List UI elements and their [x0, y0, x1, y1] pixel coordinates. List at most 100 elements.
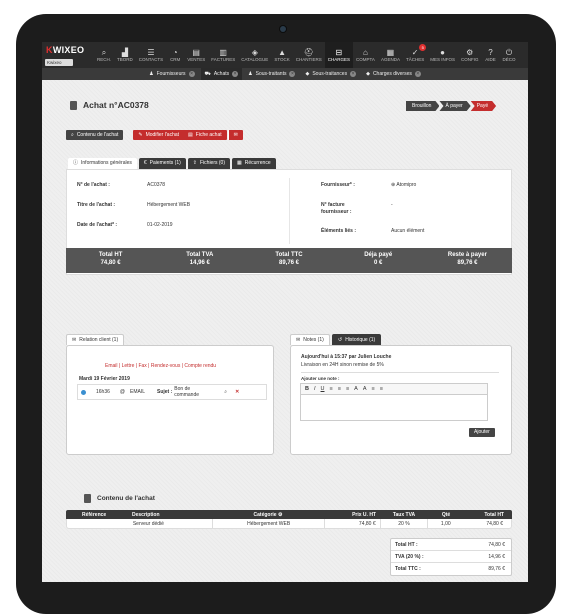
list-unordered-icon[interactable]: ≡: [380, 386, 383, 392]
tab-informations[interactable]: ⓘ Informations générales: [68, 158, 137, 169]
tab-historique[interactable]: ↺ Historique (1): [332, 334, 382, 345]
fiche-label: Fiche achat: [195, 132, 222, 138]
col-qte: Qté: [441, 511, 451, 518]
info-icon: ⓘ: [73, 160, 79, 166]
subtab-achats[interactable]: ⛟ Achats ×: [200, 68, 243, 80]
catalogue-icon: ◈: [251, 48, 258, 57]
contact-links[interactable]: Email | Lettre | Fax | Rendez-vous | Com…: [105, 363, 216, 369]
nav-contacts[interactable]: ☰ CONTACTS: [136, 42, 166, 68]
nav-charges[interactable]: ⊟ CHARGES: [324, 42, 354, 68]
nav-ventes[interactable]: ▤ VENTES: [184, 42, 208, 68]
nav-catalogue[interactable]: ◈ CATALOGUE: [238, 42, 271, 68]
relation-row[interactable]: 16h36 @ EMAIL Sujet : Bon de commande ⌕ …: [77, 384, 267, 400]
close-icon[interactable]: ×: [289, 71, 296, 77]
font-color-icon[interactable]: A: [354, 386, 358, 392]
subtab-label: Achats: [213, 71, 230, 77]
summary-value: 89,76 €: [488, 566, 505, 572]
nav-chantiers[interactable]: ⛑ CHANTIERS: [293, 42, 325, 68]
step-a-payer[interactable]: À payer: [439, 101, 470, 111]
tag-icon: ◆: [366, 71, 370, 77]
pdf-icon: ▤: [188, 132, 193, 138]
subtab-label: Fournisseurs: [156, 71, 186, 77]
date-value: 01-02-2019: [147, 222, 173, 228]
list-ordered-icon[interactable]: ≡: [372, 386, 375, 392]
step-brouillon[interactable]: Brouillon: [406, 101, 439, 111]
summary-value: 74,80 €: [488, 541, 505, 548]
add-note-label: Ajouter une note :: [301, 376, 340, 381]
nav-label: VENTES: [187, 57, 206, 62]
nav-label: CRM: [170, 57, 181, 62]
nav-factures[interactable]: ▥ FACTURES: [208, 42, 238, 68]
relation-date: Mardi 19 Février 2019: [79, 376, 130, 382]
chart-icon: ▟: [121, 48, 128, 57]
nav-compta[interactable]: ⌂ COMPTA: [353, 42, 378, 68]
nav-agenda[interactable]: ▦ AGENDA: [378, 42, 403, 68]
nav-mesinfos[interactable]: ● MES INFOS: [427, 42, 458, 68]
tab-notes[interactable]: ✉ Notes (1): [290, 334, 330, 345]
total-cell: Reste à payer 89,76 €: [423, 248, 512, 273]
align-right-icon[interactable]: ≡: [346, 386, 349, 392]
elements-value: Aucun élément: [391, 228, 425, 234]
subtab-sous-traitants[interactable]: ♟ Sous-traitants ×: [244, 68, 299, 80]
step-paye[interactable]: Payé: [471, 101, 496, 111]
modifier-button[interactable]: ✎ Modifier l'achat ▤ Fiche achat: [133, 130, 227, 140]
fournisseur-link[interactable]: ⊕ Atomipro: [391, 182, 416, 188]
tab-paiements[interactable]: € Paiements (1): [138, 158, 186, 169]
nav-déco[interactable]: ⏻ DÉCO: [499, 42, 518, 68]
close-icon[interactable]: ×: [350, 71, 357, 77]
underline-icon[interactable]: U: [321, 386, 325, 392]
upload-icon: ⇪: [192, 160, 197, 166]
total-label: Total HT: [98, 252, 123, 258]
tab-recurrence[interactable]: ▦ Récurrence: [232, 158, 276, 169]
nav-config[interactable]: ⚙ CONFIG: [458, 42, 482, 68]
account-select[interactable]: Kwixeo: [45, 59, 73, 66]
comment-icon: ✉: [233, 132, 238, 138]
nav-label: DÉCO: [502, 57, 516, 62]
main-content: Achat n°AC0378 Brouillon À payer Payé ⌕ C…: [42, 80, 528, 582]
cell-categorie: Hébergement WEB: [212, 518, 323, 529]
total-value: 0 €: [374, 260, 383, 266]
col-reference: Référence: [82, 511, 107, 518]
col-tva: Taux TVA: [392, 511, 416, 518]
comment-button[interactable]: ✉: [227, 130, 243, 140]
nav-rech[interactable]: ⌕ RECH.: [94, 42, 114, 68]
total-label: Reste à payer: [447, 252, 487, 258]
history-icon: ↺: [338, 336, 343, 343]
subtab-charges-diverses[interactable]: ◆ Charges diverses ×: [362, 68, 425, 80]
align-center-icon[interactable]: ≡: [338, 386, 341, 392]
summary-label: TVA (20 %) :: [395, 553, 424, 560]
ajouter-button[interactable]: Ajouter: [469, 428, 495, 437]
bg-color-icon[interactable]: A: [363, 386, 367, 392]
relation-tab-label: Relation client (1): [79, 336, 119, 343]
tab-relation[interactable]: ✉ Relation client (1): [66, 334, 125, 345]
delete-icon[interactable]: ✕: [235, 389, 239, 395]
titre-value: Hébergement WEB: [147, 202, 191, 208]
note-editor[interactable]: [300, 395, 488, 421]
summary-row: Total HT : 74,80 €: [391, 539, 511, 551]
top-navbar: KWIXEO Kwixeo ⌕ RECH. ▟ TBORD ☰ CONTACTS ◔ CRM ▤…: [42, 42, 528, 68]
close-icon[interactable]: ×: [414, 71, 421, 77]
subtab-fournisseurs[interactable]: ♟ Fournisseurs ×: [145, 68, 198, 80]
tab-fichiers[interactable]: ⇪ Fichiers (0): [187, 158, 231, 169]
edit-icon: ✎: [138, 132, 143, 138]
contenu-button[interactable]: ⌕ Contenu de l'achat: [66, 130, 124, 140]
nav-label: AIDE: [485, 57, 496, 62]
bold-icon[interactable]: B: [305, 386, 309, 392]
settings-icon[interactable]: ⚙: [278, 512, 282, 518]
nav-crm[interactable]: ◔ CRM: [166, 42, 184, 68]
camera: [280, 26, 286, 32]
nav-stock[interactable]: ▲ STOCK: [271, 42, 292, 68]
align-left-icon[interactable]: ≡: [330, 386, 333, 392]
close-icon[interactable]: ×: [232, 71, 239, 77]
nav-tâches[interactable]: ✓ TÂCHES 5: [403, 42, 427, 68]
nav-aide[interactable]: ? AIDE: [481, 42, 499, 68]
view-icon[interactable]: ⌕: [224, 389, 227, 395]
italic-icon[interactable]: I: [314, 386, 316, 392]
subtab-sous-traitances[interactable]: ◆ Sous-traitances ×: [301, 68, 360, 80]
document-icon: [70, 100, 77, 110]
nav-tbord[interactable]: ▟ TBORD: [114, 42, 136, 68]
nav-label: RECH.: [97, 57, 112, 62]
close-icon[interactable]: ×: [188, 71, 195, 77]
total-label: Total TVA: [186, 252, 214, 258]
relation-type: EMAIL: [129, 389, 145, 395]
